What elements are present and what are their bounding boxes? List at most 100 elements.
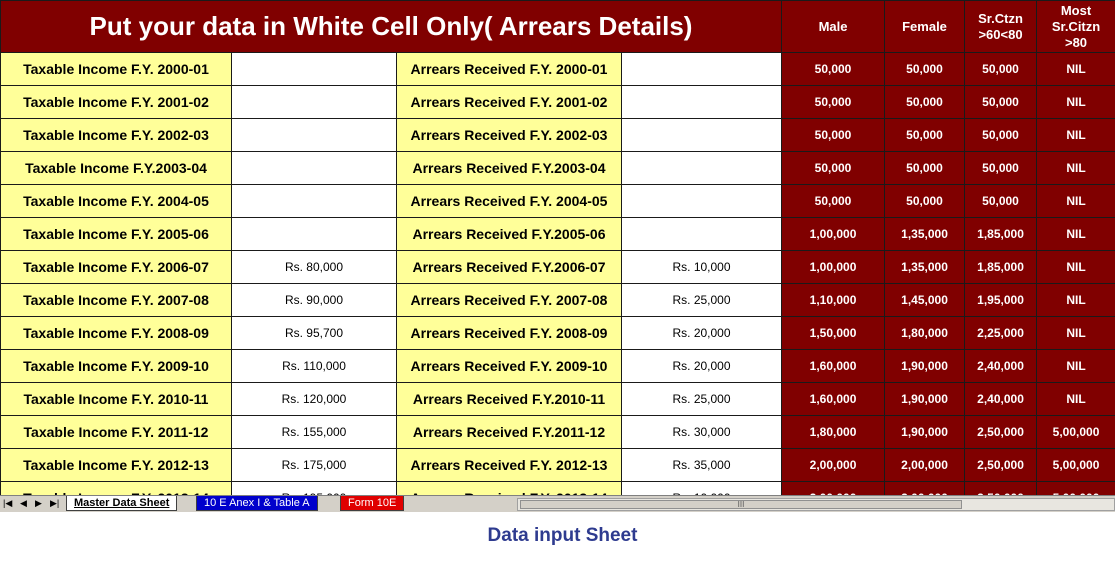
- first-sheet-icon[interactable]: |◀: [3, 498, 12, 509]
- slab-female: 2,00,000: [884, 481, 966, 495]
- header-sr-citizen: Sr.Ctzn >60<80: [964, 0, 1038, 53]
- slab-sr-citizen: 50,000: [964, 118, 1038, 152]
- scrollbar-thumb[interactable]: III: [520, 500, 962, 509]
- table-row: Taxable Income F.Y.2003-04 Arrears Receiv…: [0, 151, 1115, 185]
- income-input-cell[interactable]: Rs. 95,700: [231, 316, 397, 350]
- arrears-input-cell[interactable]: [620, 217, 783, 251]
- income-input-cell[interactable]: [231, 85, 397, 119]
- slab-most-sr-citizen: 5,00,000: [1036, 415, 1115, 449]
- slab-most-sr-citizen: 5,00,000: [1036, 448, 1115, 482]
- slab-sr-citizen: 2,25,000: [964, 316, 1038, 350]
- arrears-input-cell[interactable]: [620, 184, 783, 218]
- income-label: Taxable Income F.Y. 2010-11: [0, 382, 232, 416]
- arrears-input-cell[interactable]: Rs. 20,000: [620, 349, 783, 383]
- slab-female: 50,000: [884, 118, 966, 152]
- header-most-sr-line2: Sr.Citzn: [1051, 18, 1101, 34]
- next-sheet-icon[interactable]: ▶: [35, 498, 42, 509]
- slab-female: 50,000: [884, 151, 966, 185]
- tab-10e-annex[interactable]: 10 E Anex I & Table A: [196, 496, 318, 511]
- arrears-label: Arrears Received F.Y.2003-04: [396, 151, 622, 185]
- income-label: Taxable Income F.Y. 2004-05: [0, 184, 232, 218]
- table-row: Taxable Income F.Y. 2001-02 Arrears Recei…: [0, 85, 1115, 119]
- arrears-label: Arrears Received F.Y.2005-06: [396, 217, 622, 251]
- prev-sheet-icon[interactable]: ◀: [20, 498, 27, 509]
- slab-most-sr-citizen: NIL: [1036, 283, 1115, 317]
- slab-most-sr-citizen: NIL: [1036, 349, 1115, 383]
- income-input-cell[interactable]: Rs. 90,000: [231, 283, 397, 317]
- slab-most-sr-citizen: 5,00,000: [1036, 481, 1115, 495]
- slab-sr-citizen: 2,40,000: [964, 382, 1038, 416]
- slab-male: 50,000: [781, 184, 886, 218]
- slab-sr-citizen: 2,40,000: [964, 349, 1038, 383]
- last-sheet-icon[interactable]: ▶|: [50, 498, 59, 509]
- header-row: Put your data in White Cell Only( Arrear…: [0, 0, 1115, 53]
- arrears-input-cell[interactable]: Rs. 25,000: [620, 382, 783, 416]
- income-input-cell[interactable]: Rs. 155,000: [231, 415, 397, 449]
- income-input-cell[interactable]: Rs. 80,000: [231, 250, 397, 284]
- income-label: Taxable Income F.Y. 2000-01: [0, 52, 232, 86]
- arrears-input-cell[interactable]: Rs. 30,000: [620, 415, 783, 449]
- table-row: Taxable Income F.Y. 2008-09 Rs. 95,700 Arr…: [0, 316, 1115, 350]
- slab-male: 50,000: [781, 118, 886, 152]
- slab-most-sr-citizen: NIL: [1036, 316, 1115, 350]
- tab-form-10e[interactable]: Form 10E: [340, 496, 405, 511]
- slab-male: 1,10,000: [781, 283, 886, 317]
- slab-sr-citizen: 50,000: [964, 52, 1038, 86]
- tab-master-data-sheet[interactable]: Master Data Sheet: [66, 496, 178, 511]
- arrears-input-cell[interactable]: Rs. 10,000: [620, 481, 783, 495]
- slab-most-sr-citizen: NIL: [1036, 118, 1115, 152]
- income-label: Taxable Income F.Y. 2006-07: [0, 250, 232, 284]
- slab-sr-citizen: 50,000: [964, 85, 1038, 119]
- slab-male: 50,000: [781, 52, 886, 86]
- income-input-cell[interactable]: [231, 184, 397, 218]
- arrears-input-cell[interactable]: Rs. 35,000: [620, 448, 783, 482]
- table-row: Taxable Income F.Y. 2005-06 Arrears Recei…: [0, 217, 1115, 251]
- income-input-cell[interactable]: [231, 151, 397, 185]
- slab-female: 1,35,000: [884, 217, 966, 251]
- income-input-cell[interactable]: Rs. 110,000: [231, 349, 397, 383]
- income-input-cell[interactable]: [231, 217, 397, 251]
- income-label: Taxable Income F.Y. 2005-06: [0, 217, 232, 251]
- slab-sr-citizen: 50,000: [964, 184, 1038, 218]
- header-most-sr-line1: Most: [1060, 2, 1092, 18]
- arrears-input-cell[interactable]: [620, 85, 783, 119]
- slab-male: 1,80,000: [781, 415, 886, 449]
- slab-female: 1,35,000: [884, 250, 966, 284]
- income-label: Taxable Income F.Y. 2002-03: [0, 118, 232, 152]
- arrears-label: Arrears Received F.Y. 2004-05: [396, 184, 622, 218]
- header-sr-citizen-line1: Sr.Ctzn: [978, 10, 1023, 26]
- slab-female: 50,000: [884, 184, 966, 218]
- arrears-label: Arrears Received F.Y. 2001-02: [396, 85, 622, 119]
- income-label: Taxable Income F.Y.2003-04: [0, 151, 232, 185]
- slab-male: 50,000: [781, 151, 886, 185]
- slab-most-sr-citizen: NIL: [1036, 85, 1115, 119]
- table-row: Taxable Income F.Y. 2011-12 Rs. 155,000 Ar…: [0, 415, 1115, 449]
- arrears-label: Arrears Received F.Y. 2012-13: [396, 448, 622, 482]
- income-input-cell[interactable]: Rs. 120,000: [231, 382, 397, 416]
- arrears-input-cell[interactable]: [620, 118, 783, 152]
- slab-female: 1,90,000: [884, 382, 966, 416]
- arrears-input-cell[interactable]: [620, 151, 783, 185]
- table-row: Taxable Income F.Y. 2009-10 Rs. 110,000 Ar…: [0, 349, 1115, 383]
- slab-female: 1,90,000: [884, 415, 966, 449]
- income-input-cell[interactable]: Rs. 175,000: [231, 448, 397, 482]
- income-input-cell[interactable]: [231, 52, 397, 86]
- slab-male: 1,60,000: [781, 349, 886, 383]
- table-row: Taxable Income F.Y. 2013-14Rs. 195,000Ar…: [0, 481, 1115, 495]
- header-most-sr-citizen: Most Sr.Citzn >80: [1036, 0, 1115, 53]
- income-label: Taxable Income F.Y. 2012-13: [0, 448, 232, 482]
- income-input-cell[interactable]: [231, 118, 397, 152]
- slab-female: 50,000: [884, 52, 966, 86]
- slab-male: 1,60,000: [781, 382, 886, 416]
- arrears-input-cell[interactable]: Rs. 25,000: [620, 283, 783, 317]
- arrears-input-cell[interactable]: Rs. 10,000: [620, 250, 783, 284]
- income-input-cell[interactable]: Rs. 195,000: [231, 481, 397, 495]
- header-female: Female: [884, 0, 966, 53]
- header-sr-citizen-line2: >60<80: [978, 26, 1023, 42]
- slab-male: 1,50,000: [781, 316, 886, 350]
- slab-most-sr-citizen: NIL: [1036, 52, 1115, 86]
- arrears-input-cell[interactable]: Rs. 20,000: [620, 316, 783, 350]
- arrears-input-cell[interactable]: [620, 52, 783, 86]
- horizontal-scrollbar[interactable]: III: [517, 498, 1115, 511]
- slab-sr-citizen: 1,95,000: [964, 283, 1038, 317]
